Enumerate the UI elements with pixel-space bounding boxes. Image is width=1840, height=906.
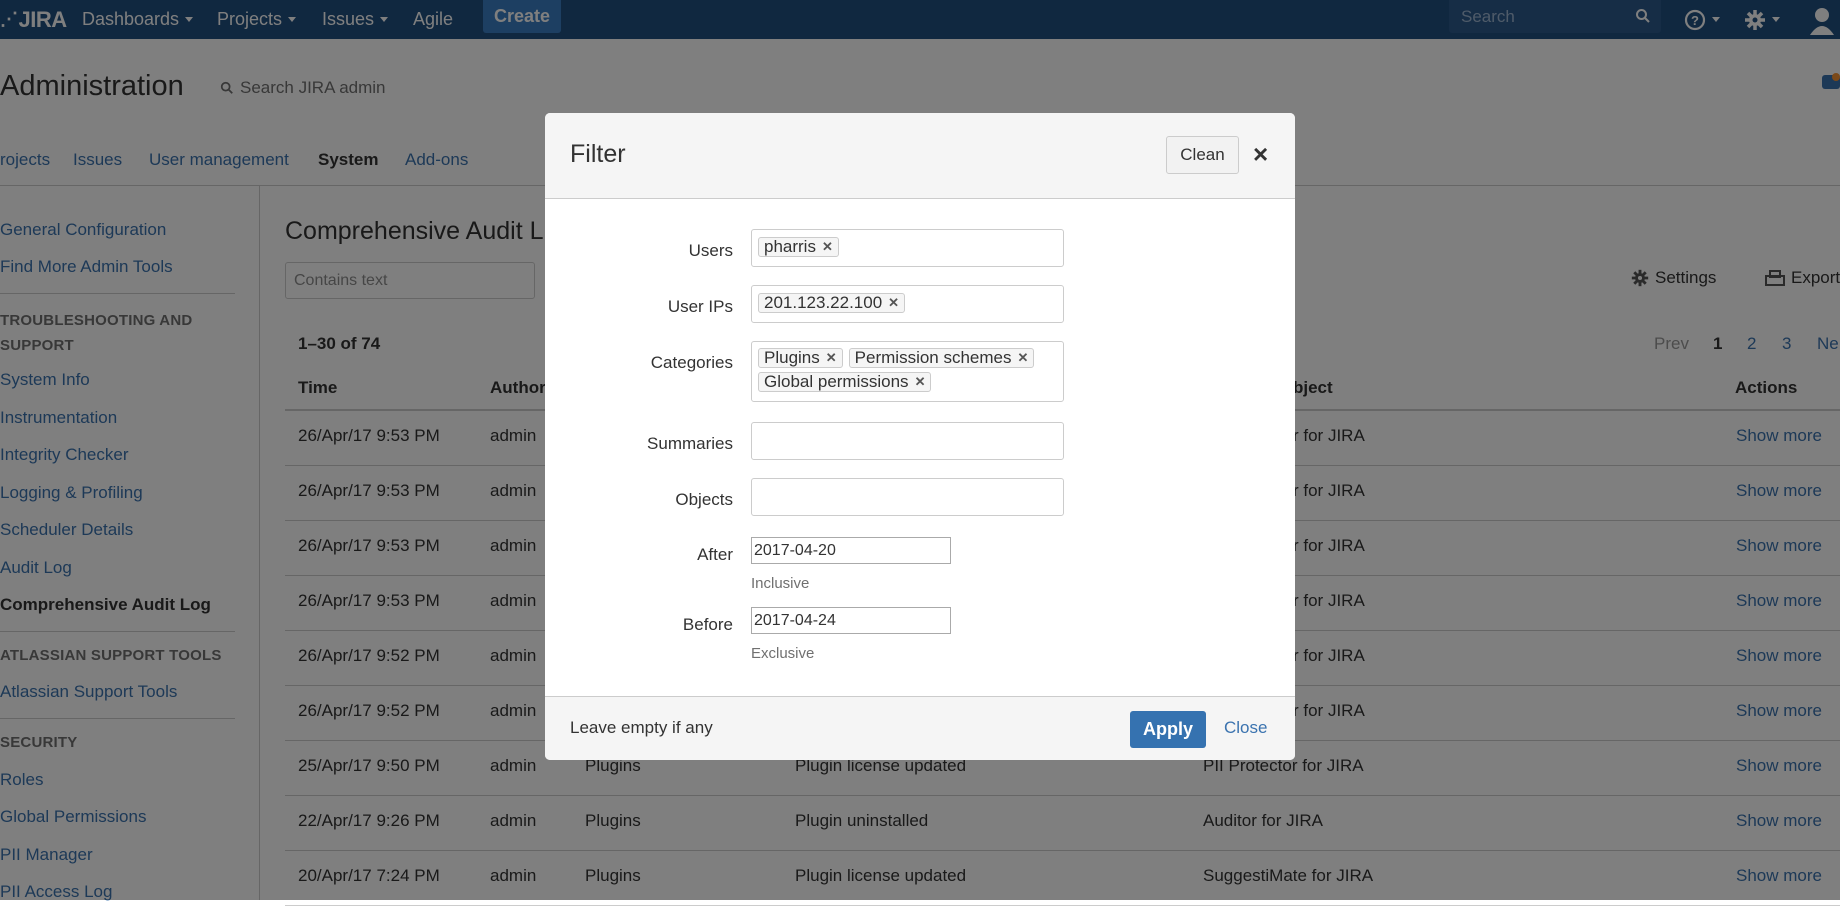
remove-tag-icon[interactable]: ✕ — [888, 295, 899, 311]
user-ips-label: User IPs — [667, 297, 733, 316]
summaries-label: Summaries — [647, 434, 733, 453]
categories-label: Categories — [650, 353, 733, 372]
users-label: Users — [688, 241, 733, 260]
category-tag: Permission schemes ✕ — [848, 348, 1035, 368]
clean-button[interactable]: Clean — [1166, 136, 1239, 174]
remove-tag-icon[interactable]: ✕ — [822, 239, 833, 255]
dialog-header: Filter Clean × — [545, 113, 1295, 199]
before-hint: Exclusive — [751, 645, 815, 662]
remove-tag-icon[interactable]: ✕ — [1018, 350, 1029, 366]
category-tag-label: Plugins — [764, 348, 820, 367]
remove-tag-icon[interactable]: ✕ — [826, 350, 837, 366]
categories-field[interactable]: Plugins ✕ Permission schemes ✕ Global permis… — [751, 341, 1064, 402]
remove-tag-icon[interactable]: ✕ — [915, 374, 926, 390]
before-date-input[interactable]: 2017-04-24 — [751, 607, 951, 634]
users-field[interactable]: pharris ✕ — [751, 229, 1064, 267]
category-tag-label: Global permissions — [764, 372, 909, 391]
apply-button[interactable]: Apply — [1130, 711, 1206, 748]
objects-label: Objects — [675, 490, 733, 509]
objects-field[interactable] — [751, 478, 1064, 516]
dialog-body: Users pharris ✕ User IPs 201.123.22.100 ✕ … — [545, 199, 1295, 696]
footer-note: Leave empty if any — [570, 718, 713, 737]
filter-dialog: Filter Clean × Users pharris ✕ User IPs 2… — [545, 113, 1295, 760]
user-tag-label: pharris — [764, 237, 816, 256]
dialog-title: Filter — [570, 140, 626, 168]
after-date-input[interactable]: 2017-04-20 — [751, 537, 951, 564]
close-button[interactable]: Close — [1224, 718, 1267, 738]
dialog-footer: Leave empty if any Apply Close — [545, 696, 1295, 760]
close-icon[interactable]: × — [1253, 139, 1268, 170]
after-hint: Inclusive — [751, 575, 810, 592]
user-ips-field[interactable]: 201.123.22.100 ✕ — [751, 285, 1064, 323]
category-tag: Plugins ✕ — [758, 348, 843, 368]
category-tag: Global permissions ✕ — [758, 372, 932, 392]
category-tag-label: Permission schemes — [854, 348, 1012, 367]
user-tag: pharris ✕ — [758, 237, 839, 257]
ip-tag: 201.123.22.100 ✕ — [758, 293, 906, 313]
before-label: Before — [682, 615, 733, 634]
summaries-field[interactable] — [751, 422, 1064, 460]
ip-tag-label: 201.123.22.100 — [764, 293, 883, 312]
after-label: After — [697, 545, 733, 564]
